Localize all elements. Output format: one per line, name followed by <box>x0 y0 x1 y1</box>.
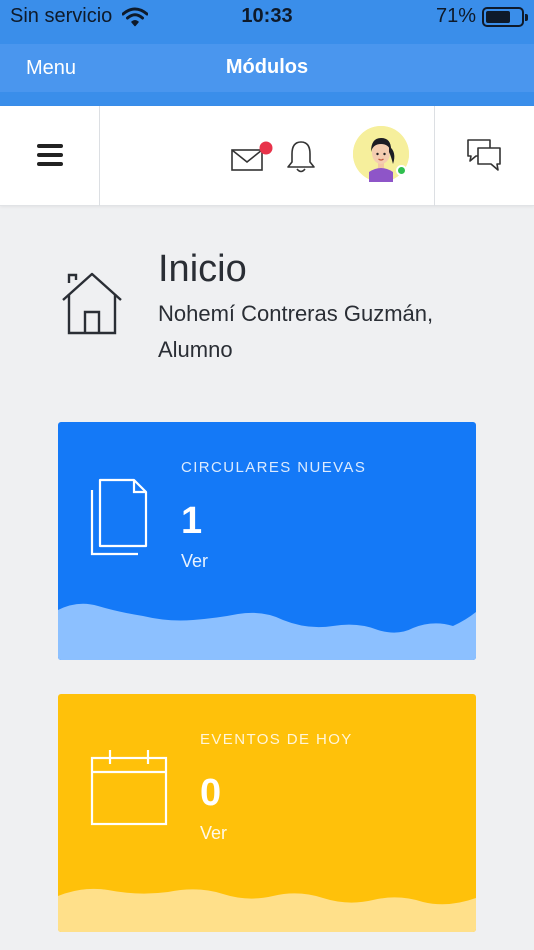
home-icon <box>62 272 122 335</box>
status-bar: Sin servicio 10:33 71% <box>0 0 534 36</box>
card-wave-decoration <box>58 888 476 932</box>
card-wave-decoration <box>58 603 476 660</box>
header-divider <box>99 106 100 206</box>
card-count: 0 <box>200 772 222 814</box>
status-right: 71% <box>435 5 528 28</box>
online-status-dot <box>396 165 407 176</box>
page-title: Inicio <box>158 248 247 290</box>
chat-icon <box>467 139 501 171</box>
circulars-card[interactable]: CIRCULARES NUEVAS 1 Ver <box>58 422 476 660</box>
card-view-link[interactable]: Ver <box>181 551 208 572</box>
bell-icon <box>287 141 315 173</box>
nav-title: Módulos <box>225 56 309 78</box>
calendar-icon <box>90 750 168 826</box>
navigation-bar: Menu Módulos <box>0 36 534 106</box>
header-divider <box>434 106 435 206</box>
chat-button[interactable] <box>464 136 504 174</box>
menu-icon[interactable] <box>37 144 63 166</box>
events-card[interactable]: EVENTOS DE HOY 0 Ver <box>58 694 476 932</box>
mail-button[interactable] <box>230 140 274 174</box>
notifications-button[interactable] <box>283 138 319 176</box>
mail-icon <box>231 141 273 171</box>
avatar[interactable] <box>353 126 409 182</box>
notification-dot <box>259 141 273 155</box>
navigation-bar-inner: Menu Módulos <box>0 44 534 92</box>
battery-level <box>486 10 511 23</box>
app-header <box>0 106 534 206</box>
page-subtitle: Nohemí Contreras Guzmán, Alumno <box>158 301 434 362</box>
battery-percent: 71% <box>435 5 476 27</box>
battery-icon <box>482 6 528 27</box>
card-label: EVENTOS DE HOY <box>200 731 353 748</box>
documents-icon <box>90 478 148 556</box>
card-count: 1 <box>181 500 203 542</box>
card-label: CIRCULARES NUEVAS <box>181 459 367 476</box>
card-view-link[interactable]: Ver <box>200 823 227 844</box>
